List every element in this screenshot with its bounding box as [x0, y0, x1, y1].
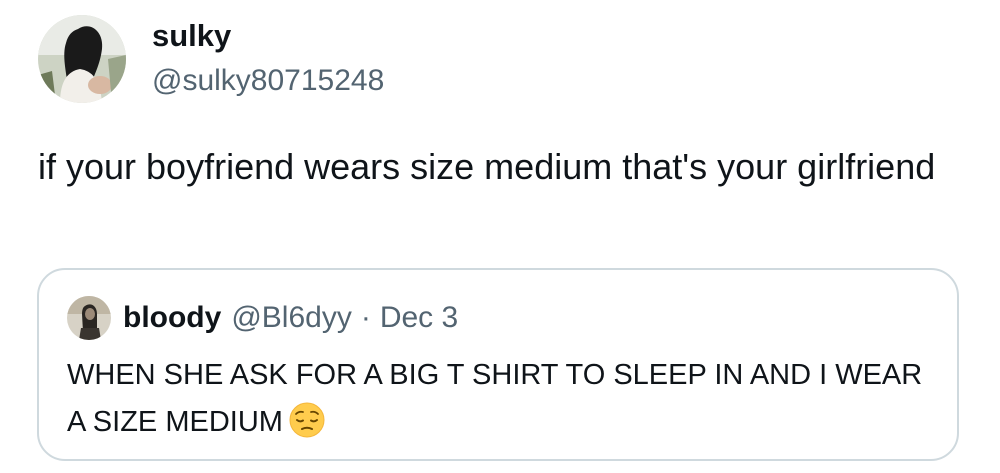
tweet-card[interactable]: sulky @sulky80715248 if your boyfriend w… [0, 0, 1000, 473]
author-handle[interactable]: @sulky80715248 [152, 62, 384, 100]
tweet-header: sulky @sulky80715248 [38, 15, 384, 103]
quoted-author-handle[interactable]: @Bl6dyy [231, 301, 352, 335]
pensive-face-emoji-icon [289, 402, 325, 438]
quoted-tweet-header: bloody @Bl6dyy · Dec 3 [67, 296, 458, 340]
quoted-tweet[interactable]: bloody @Bl6dyy · Dec 3 WHEN SHE ASK FOR … [37, 268, 959, 461]
avatar-photo-icon [38, 15, 126, 103]
quoted-author-avatar[interactable] [67, 296, 111, 340]
quoted-tweet-date[interactable]: Dec 3 [380, 301, 458, 335]
dot-separator: · [360, 301, 371, 334]
author-avatar[interactable] [38, 15, 126, 103]
avatar-photo-icon [67, 296, 111, 340]
tweet-text: if your boyfriend wears size medium that… [38, 146, 936, 187]
author-names: sulky @sulky80715248 [152, 18, 384, 100]
quoted-tweet-text-block: WHEN SHE ASK FOR A BIG T SHIRT TO SLEEP … [67, 352, 927, 446]
quoted-tweet-text: WHEN SHE ASK FOR A BIG T SHIRT TO SLEEP … [67, 359, 923, 438]
quoted-author-display-name[interactable]: bloody [123, 301, 221, 335]
author-display-name[interactable]: sulky [152, 18, 384, 54]
